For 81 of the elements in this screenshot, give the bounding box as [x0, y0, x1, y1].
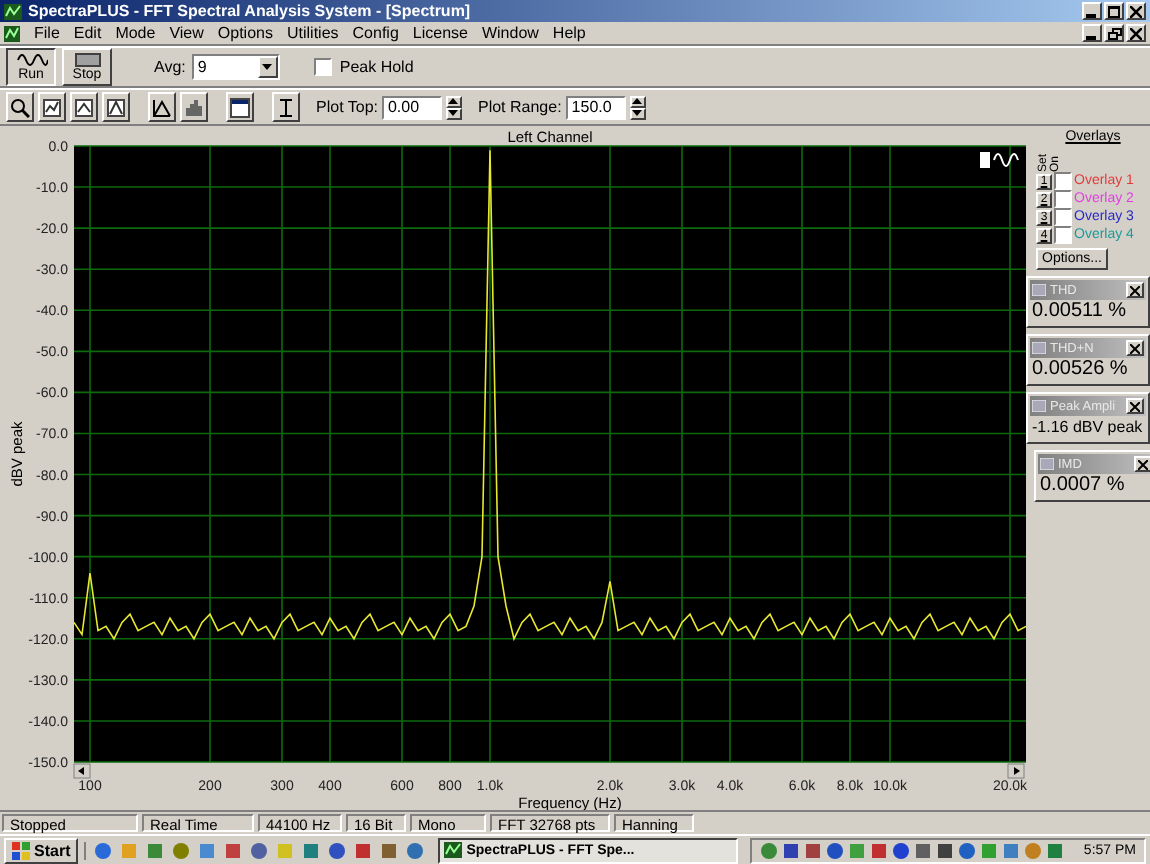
peak-hold-checkbox[interactable]	[313, 58, 332, 76]
plot-range-label: Plot Range:	[477, 98, 562, 116]
minimize-button[interactable]	[1082, 2, 1102, 20]
restore-icon	[1107, 27, 1121, 39]
meter-reading: 0.0007 %	[1038, 474, 1127, 498]
meter-reading: 0.00511 %	[1030, 300, 1129, 324]
cursor-button[interactable]	[272, 92, 300, 122]
menu-item[interactable]: Mode	[115, 24, 156, 42]
line-graph-button[interactable]	[148, 92, 176, 122]
menu-item[interactable]: Window	[481, 24, 539, 42]
tray-globe-icon[interactable]	[759, 841, 778, 859]
app-icon	[4, 3, 22, 19]
start-button[interactable]: Start	[4, 837, 79, 863]
close-button[interactable]	[1126, 398, 1144, 414]
meter-icon	[1032, 342, 1046, 354]
line-graph-icon	[152, 97, 172, 117]
wave-icon	[15, 52, 47, 68]
meter-icon	[1040, 458, 1054, 470]
close-button[interactable]	[1126, 2, 1146, 20]
window-layout-button[interactable]	[226, 92, 254, 122]
overlay-wave-icon[interactable]	[980, 152, 1019, 168]
close-icon	[1130, 401, 1140, 411]
meter-icon	[1032, 284, 1046, 296]
avg-label: Avg:	[154, 58, 186, 76]
plot-top-spinner[interactable]	[445, 95, 462, 119]
quick-launch-globe-icon[interactable]	[250, 841, 269, 859]
meter-icon	[1032, 400, 1046, 412]
restore-button[interactable]	[1104, 24, 1124, 42]
plot-top-label: Plot Top:	[316, 98, 378, 116]
tray-globe-icon[interactable]	[957, 841, 976, 859]
menu-item[interactable]: Utilities	[286, 24, 339, 42]
overlay-checkbox[interactable]	[1054, 208, 1072, 226]
peak-hold-label: Peak Hold	[339, 58, 414, 76]
quick-launch-globe-icon[interactable]	[406, 841, 425, 859]
tray-app-icon[interactable]	[1045, 841, 1064, 859]
quick-launch-globe-icon[interactable]	[328, 841, 347, 859]
window-layout-icon	[230, 97, 250, 117]
scroll-right-button[interactable]	[1007, 763, 1025, 779]
window-title: SpectraPLUS - FFT Spectral Analysis System - [Spectrum]	[28, 2, 473, 20]
close-button[interactable]	[1126, 282, 1144, 298]
menu-item[interactable]: View	[169, 24, 204, 42]
tray-globe-icon[interactable]	[891, 841, 910, 859]
cursor-icon	[276, 97, 296, 117]
maximize-button[interactable]	[1104, 2, 1124, 20]
avg-dropdown[interactable]: 9	[191, 54, 280, 80]
menu-item[interactable]: Options	[217, 24, 273, 42]
menu-item[interactable]: File	[34, 24, 60, 42]
minimize-button[interactable]	[1082, 24, 1102, 42]
plot-range-spinner[interactable]	[629, 95, 646, 119]
scroll-left-button[interactable]	[73, 763, 91, 779]
close-icon	[1130, 27, 1142, 39]
plot-range-field[interactable]: 150.0	[565, 95, 626, 119]
overlay-checkbox[interactable]	[1054, 226, 1072, 244]
overlay-checkbox[interactable]	[1054, 190, 1072, 208]
search-button[interactable]	[6, 92, 34, 122]
close-button[interactable]	[1126, 340, 1144, 356]
document-icon	[4, 25, 20, 41]
menu-item[interactable]: Edit	[73, 24, 102, 42]
menu-item[interactable]: License	[412, 24, 468, 42]
close-button[interactable]	[1134, 456, 1150, 472]
close-icon	[1130, 5, 1142, 17]
bar-graph-icon	[184, 97, 204, 117]
windows-logo-icon	[12, 841, 30, 859]
tray-globe-icon[interactable]	[825, 841, 844, 859]
close-button[interactable]	[1126, 24, 1146, 42]
stop-icon	[73, 52, 101, 68]
app-icon	[444, 842, 463, 858]
quick-launch-globe-icon[interactable]	[94, 841, 113, 859]
overlay-checkbox[interactable]	[1054, 172, 1072, 190]
menu-item[interactable]: Config	[352, 24, 399, 42]
close-icon	[1130, 285, 1140, 295]
menu-item[interactable]: Help	[552, 24, 586, 42]
meter-reading: -1.16 dBV peak	[1030, 416, 1145, 440]
search-icon	[10, 97, 30, 117]
close-icon	[1130, 343, 1140, 353]
close-icon	[1138, 459, 1148, 469]
bar-graph-button[interactable]	[180, 92, 208, 122]
quick-launch-globe-icon[interactable]	[172, 841, 191, 859]
meter-reading: 0.00526 %	[1030, 358, 1130, 382]
plot-top-field[interactable]: 0.00	[381, 95, 442, 119]
maximize-icon	[1108, 5, 1120, 17]
